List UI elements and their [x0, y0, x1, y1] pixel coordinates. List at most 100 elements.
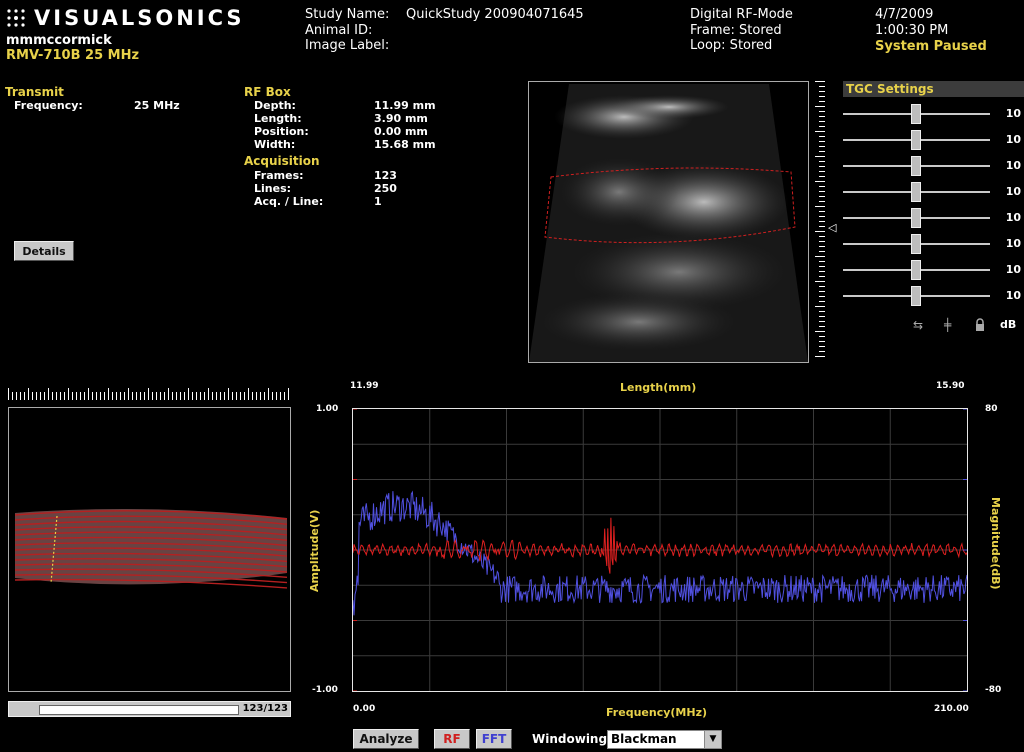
- ruler-tick: [819, 146, 825, 147]
- tgc-slider-thumb[interactable]: [911, 156, 921, 176]
- ruler-tick: [168, 388, 169, 400]
- tgc-slider-thumb[interactable]: [911, 104, 921, 124]
- rfbox-length-value: 3.90 mm: [374, 112, 428, 125]
- tgc-slider-2[interactable]: 10: [843, 130, 1023, 150]
- rf-fft-chart[interactable]: [352, 408, 968, 692]
- ruler-tick: [819, 341, 825, 342]
- tgc-link-icon[interactable]: ⇆: [913, 318, 923, 332]
- chevron-down-icon[interactable]: ▼: [704, 731, 721, 748]
- fft-toggle-button[interactable]: FFT: [476, 729, 512, 749]
- ruler-tick: [819, 101, 825, 102]
- tgc-slider-4[interactable]: 10: [843, 182, 1023, 202]
- brand-logo: VISUALSONICS: [6, 6, 245, 30]
- tgc-slider-thumb[interactable]: [911, 208, 921, 228]
- ruler-tick: [819, 166, 825, 167]
- tgc-slider-thumb[interactable]: [911, 234, 921, 254]
- image-label-label: Image Label:: [305, 38, 390, 53]
- ruler-tick: [248, 388, 249, 400]
- ruler-tick: [252, 392, 253, 400]
- x-axis-label: Frequency(MHz): [606, 706, 707, 719]
- tgc-slider-thumb[interactable]: [911, 130, 921, 150]
- tgc-value: 10: [1005, 211, 1021, 224]
- ruler-tick: [52, 392, 53, 400]
- tgc-slider-8[interactable]: 10: [843, 286, 1023, 306]
- ruler-tick: [819, 321, 825, 322]
- rfbox-width-value: 15.68 mm: [374, 138, 436, 151]
- ruler-tick: [264, 392, 265, 400]
- ruler-tick: [12, 392, 13, 400]
- ruler-tick: [819, 351, 825, 352]
- ruler-tick: [819, 191, 825, 192]
- ruler-tick: [819, 151, 825, 152]
- system-status: System Paused: [875, 39, 987, 54]
- tgc-slider-thumb[interactable]: [911, 182, 921, 202]
- tgc-align-icon[interactable]: ╪: [944, 318, 951, 332]
- ruler-tick: [815, 81, 825, 82]
- windowing-selected: Blackman: [611, 732, 677, 746]
- study-name-value: QuickStudy 200904071645: [406, 7, 584, 22]
- ruler-tick: [280, 392, 281, 400]
- tgc-slider-6[interactable]: 10: [843, 234, 1023, 254]
- ruler-tick: [819, 326, 825, 327]
- ruler-tick: [819, 201, 825, 202]
- ruler-tick: [40, 392, 41, 400]
- tgc-slider-thumb[interactable]: [911, 286, 921, 306]
- frame-scrubber-track[interactable]: [39, 705, 239, 715]
- frame-status: Frame: Stored: [690, 23, 782, 38]
- tgc-slider-5[interactable]: 10: [843, 208, 1023, 228]
- rf-lines-image: [14, 509, 288, 589]
- ruler-tick: [232, 392, 233, 400]
- ruler-tick: [819, 121, 825, 122]
- ruler-tick: [92, 392, 93, 400]
- rfbox-position-value: 0.00 mm: [374, 125, 428, 138]
- ruler-tick: [208, 388, 209, 400]
- windowing-select[interactable]: Blackman ▼: [607, 730, 722, 749]
- lock-icon[interactable]: [974, 318, 986, 332]
- rf-lines-panel[interactable]: [8, 407, 291, 692]
- acq-perline-value: 1: [374, 195, 382, 208]
- frame-scrubber[interactable]: 123/123: [8, 701, 291, 717]
- ruler-tick: [100, 392, 101, 400]
- animal-id-label: Animal ID:: [305, 23, 373, 38]
- ruler-tick: [815, 231, 825, 232]
- loop-status: Loop: Stored: [690, 38, 773, 53]
- ruler-tick: [44, 392, 45, 400]
- ruler-tick: [132, 392, 133, 400]
- tgc-slider-1[interactable]: 10: [843, 104, 1023, 124]
- ruler-tick: [96, 392, 97, 400]
- lateral-ruler: [8, 388, 293, 402]
- ruler-tick: [84, 392, 85, 400]
- ruler-tick: [244, 392, 245, 400]
- ruler-tick: [815, 206, 825, 207]
- top-range-end: 15.90: [936, 381, 965, 391]
- tgc-slider-thumb[interactable]: [911, 260, 921, 280]
- tgc-slider-3[interactable]: 10: [843, 156, 1023, 176]
- tgc-slider-7[interactable]: 10: [843, 260, 1023, 280]
- ruler-tick: [136, 392, 137, 400]
- ruler-tick: [815, 131, 825, 132]
- ruler-tick: [815, 331, 825, 332]
- ruler-tick: [88, 388, 89, 400]
- y-left-max: 1.00: [316, 404, 339, 414]
- details-button[interactable]: Details: [14, 241, 74, 261]
- ruler-tick: [20, 392, 21, 400]
- brand-name: VISUALSONICS: [34, 6, 245, 30]
- focus-marker-icon[interactable]: ◁: [828, 221, 836, 234]
- ruler-tick: [192, 392, 193, 400]
- analyze-button[interactable]: Analyze: [353, 729, 419, 749]
- ruler-tick: [815, 281, 825, 282]
- ruler-tick: [815, 181, 825, 182]
- top-axis-label: Length(mm): [620, 381, 697, 394]
- ruler-tick: [819, 196, 825, 197]
- tgc-value: 10: [1005, 237, 1021, 250]
- ruler-tick: [216, 392, 217, 400]
- y-left-label: Amplitude(V): [308, 509, 321, 592]
- depth-ruler: [813, 81, 827, 363]
- ruler-tick: [176, 392, 177, 400]
- ruler-tick: [819, 246, 825, 247]
- ruler-tick: [819, 111, 825, 112]
- probe-info: RMV-710B 25 MHz: [6, 48, 140, 63]
- rf-toggle-button[interactable]: RF: [434, 729, 470, 749]
- bmode-image-panel[interactable]: [528, 81, 809, 363]
- rfbox-width-label: Width:: [254, 138, 296, 151]
